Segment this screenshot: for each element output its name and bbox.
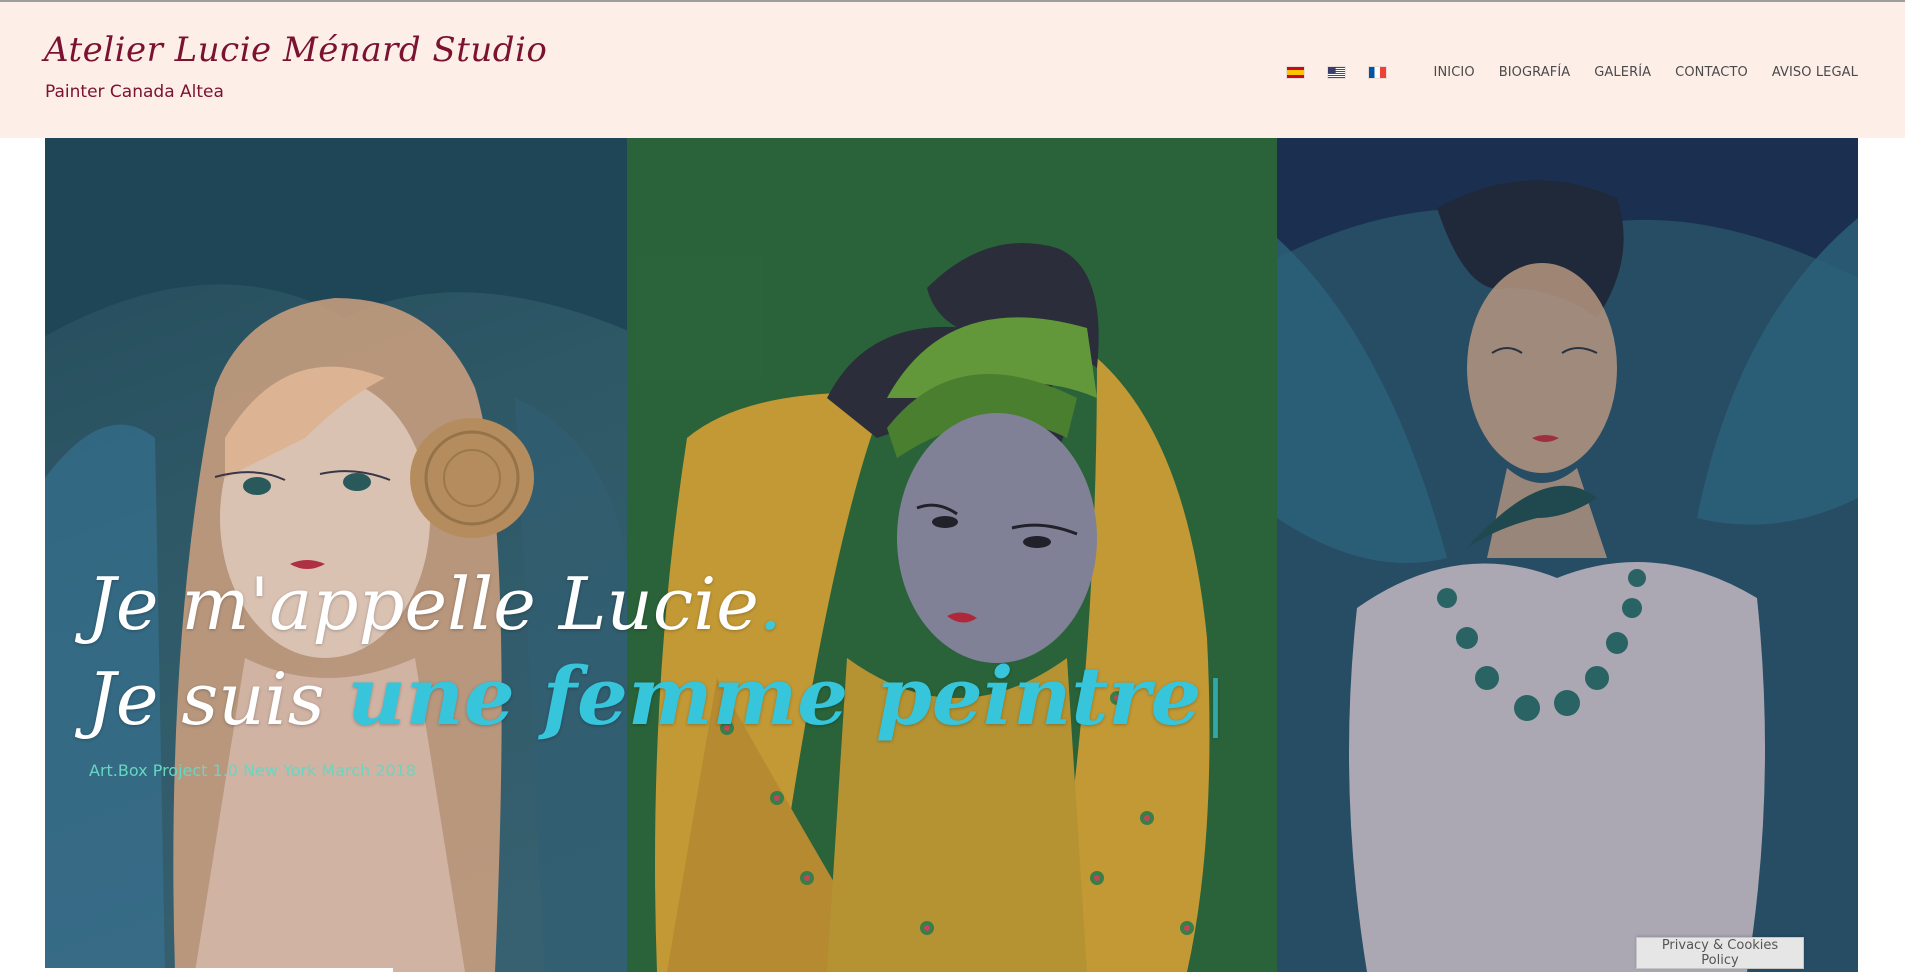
privacy-cookies-button[interactable]: Privacy & Cookies Policy [1636,937,1804,969]
scroll-indicator [45,968,393,972]
typing-cursor: | [1205,669,1226,739]
site-title[interactable]: Atelier Lucie Ménard Studio [44,30,547,70]
nav-item-aviso-legal[interactable]: AVISO LEGAL [1772,65,1858,80]
nav-item-biografia[interactable]: BIOGRAFÍA [1499,65,1571,80]
hero-banner: Je m'appelle Lucie. Je suis une femme pe… [45,138,1858,972]
headline-line-2: Je suis une femme peintre| [87,650,1226,750]
hero-dim-overlay [45,138,1858,972]
site-header: Atelier Lucie Ménard Studio Painter Cana… [0,2,1905,138]
nav-item-galeria[interactable]: GALERÍA [1594,65,1651,80]
hero-headline: Je m'appelle Lucie. Je suis une femme pe… [87,558,1226,750]
site-tagline: Painter Canada Altea [45,82,224,102]
nav-item-inicio[interactable]: INICIO [1434,65,1475,80]
spain-flag-icon[interactable] [1286,66,1304,78]
usa-flag-icon[interactable] [1327,66,1345,78]
headline-prefix: Je suis [87,657,325,741]
main-nav: INICIO BIOGRAFÍA GALERÍA CONTACTO AVISO … [1286,62,1858,82]
headline-dot: . [758,562,782,646]
france-flag-icon[interactable] [1368,66,1386,78]
headline-accent: une femme peintre [347,649,1202,743]
nav-item-contacto[interactable]: CONTACTO [1675,65,1748,80]
headline-line-1: Je m'appelle Lucie. [87,558,1226,650]
hero-caption: Art.Box Project 1.0 New York March 2018 [89,761,416,780]
headline-intro: Je m'appelle Lucie [87,562,759,646]
